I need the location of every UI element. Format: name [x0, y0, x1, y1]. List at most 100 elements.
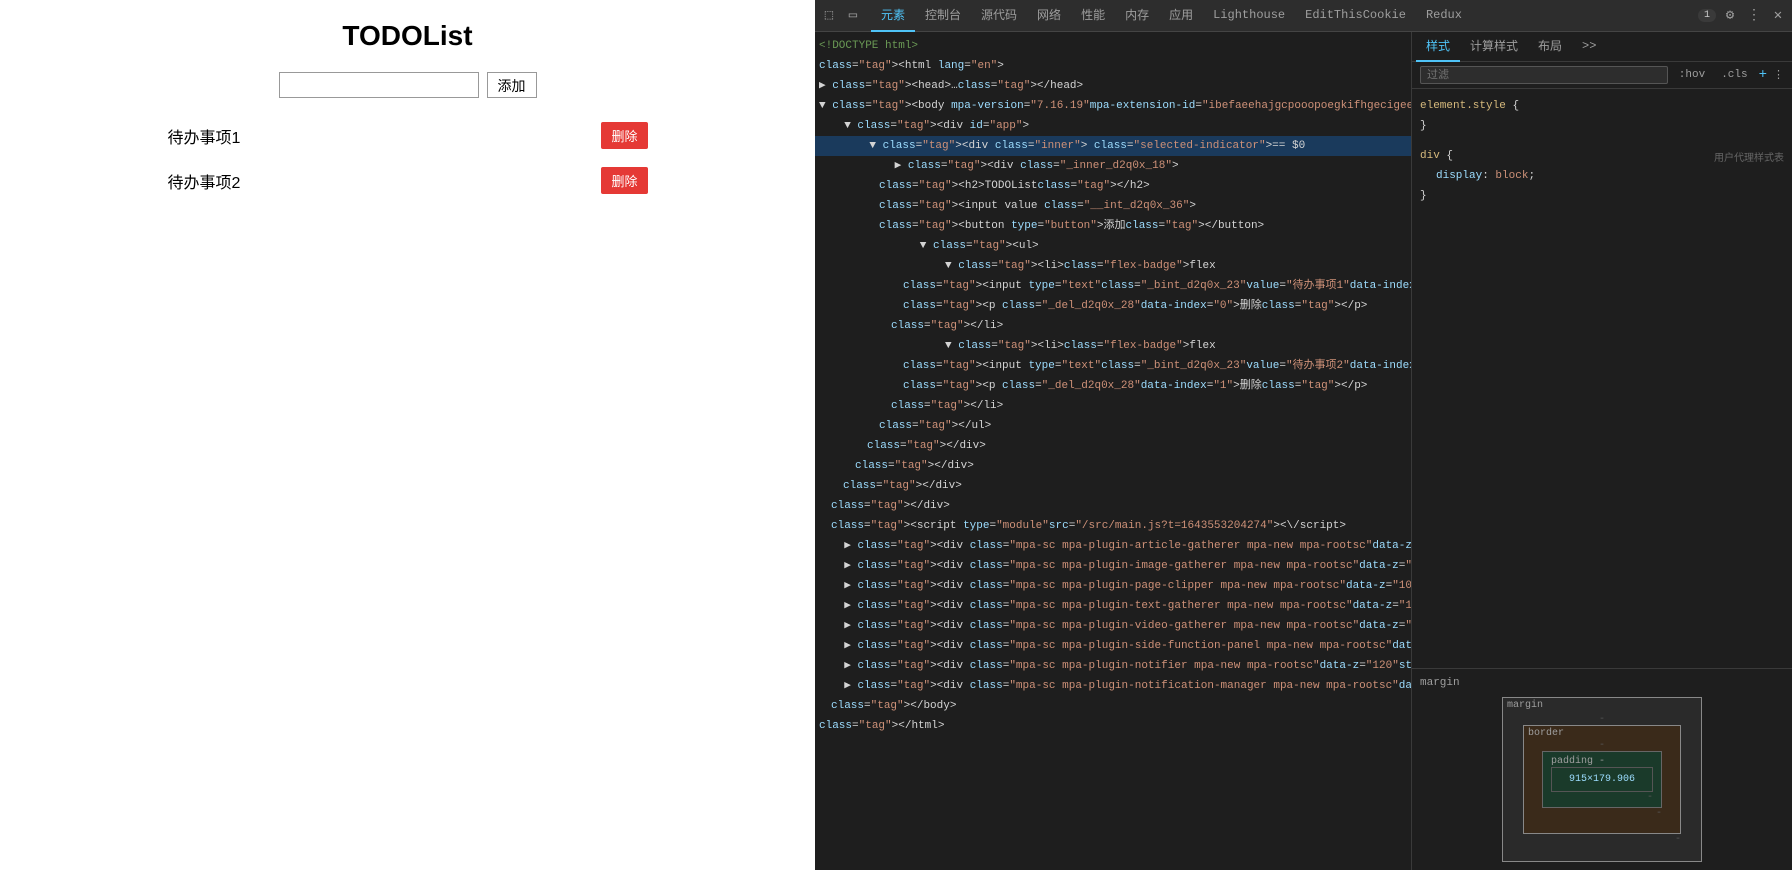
tree-line[interactable]: ▼ class="tag"><li>class="flex-badge">fle…	[815, 336, 1411, 356]
tree-line[interactable]: ▶ class="tag"><div class="mpa-sc mpa-plu…	[815, 536, 1411, 556]
tree-line[interactable]: ▶ class="tag"><div class="mpa-sc mpa-plu…	[815, 656, 1411, 676]
devtools-tab-lighthouse[interactable]: Lighthouse	[1203, 0, 1295, 32]
devtools-tab-应用[interactable]: 应用	[1159, 0, 1203, 32]
box-padding: padding - 915×179.906 -	[1542, 751, 1662, 808]
tree-line[interactable]: ▶ class="tag"><div class="mpa-sc mpa-plu…	[815, 556, 1411, 576]
devtools-tab-editthiscookie[interactable]: EditThisCookie	[1295, 0, 1416, 32]
device-icon[interactable]: ▭	[843, 6, 863, 26]
tree-line[interactable]: class="tag"></div>	[815, 476, 1411, 496]
hov-button[interactable]: :hov	[1674, 67, 1710, 83]
devtools-tab-控制台[interactable]: 控制台	[915, 0, 971, 32]
devtools-content: <!DOCTYPE html>class="tag"><html lang="e…	[815, 32, 1792, 870]
tree-line[interactable]: class="tag"><script type="module" src="/…	[815, 516, 1411, 536]
tree-line[interactable]: class="tag"><button type="button">添加clas…	[815, 216, 1411, 236]
delete-button[interactable]: 删除	[601, 167, 647, 194]
box-size: 915×179.906	[1569, 774, 1635, 785]
tree-line[interactable]: ▶ class="tag"><div class="_inner_d2q0x_1…	[815, 156, 1411, 176]
tree-line[interactable]: class="tag"><input value class="__int_d2…	[815, 196, 1411, 216]
devtools-tab-redux[interactable]: Redux	[1416, 0, 1472, 32]
todo-input[interactable]	[279, 72, 479, 98]
tree-line[interactable]: ▶ class="tag"><div class="mpa-sc mpa-plu…	[815, 596, 1411, 616]
margin-label: margin	[1507, 700, 1543, 711]
settings-icon[interactable]: ⚙	[1720, 6, 1740, 26]
style-tab-布局[interactable]: 布局	[1528, 32, 1572, 62]
div-rule-section: div { 用户代理样式表 display: block; }	[1420, 147, 1784, 205]
tree-line[interactable]: class="tag"></li>	[815, 396, 1411, 416]
box-model-section: margin margin - border -	[1412, 668, 1792, 870]
todo-item: 删除	[168, 167, 648, 194]
tree-line[interactable]: <!DOCTYPE html>	[815, 36, 1411, 56]
close-icon[interactable]: ✕	[1768, 6, 1788, 26]
inspect-icon[interactable]: ⬚	[819, 6, 839, 26]
style-tab-样式[interactable]: 样式	[1416, 32, 1460, 62]
padding-dash-bottom: -	[1551, 792, 1653, 803]
tree-line[interactable]: class="tag"></html>	[815, 716, 1411, 736]
devtools-toolbar: ⬚ ▭ 元素控制台源代码网络性能内存应用LighthouseEditThisCo…	[815, 0, 1792, 32]
devtools-tab-源代码[interactable]: 源代码	[971, 0, 1027, 32]
tree-line[interactable]: class="tag"><html lang="en">	[815, 56, 1411, 76]
todo-item: 删除	[168, 122, 648, 149]
element-style-section: element.style { }	[1420, 97, 1784, 135]
tree-line[interactable]: ▶ class="tag"><div class="mpa-sc mpa-plu…	[815, 616, 1411, 636]
tree-line[interactable]: ▼ class="tag"><li>class="flex-badge">fle…	[815, 256, 1411, 276]
todo-text-input[interactable]	[168, 172, 468, 190]
devtools-tab-元素[interactable]: 元素	[871, 0, 915, 32]
style-tab-计算样式[interactable]: 计算样式	[1460, 32, 1528, 62]
todo-text-input[interactable]	[168, 127, 468, 145]
tree-line[interactable]: ▶ class="tag"><div class="mpa-sc mpa-plu…	[815, 636, 1411, 656]
tree-line[interactable]: ▶ class="tag"><head>…class="tag"></head>	[815, 76, 1411, 96]
tree-line[interactable]: class="tag"><input type="text" class="_b…	[815, 276, 1411, 296]
filter-bar: :hov .cls + ⋮	[1412, 62, 1792, 89]
cls-button[interactable]: .cls	[1716, 67, 1752, 83]
box-border: border - padding - 915×179.906 -	[1523, 725, 1681, 834]
more-options-button[interactable]: ⋮	[1773, 68, 1784, 82]
tree-line[interactable]: class="tag"><h2>TODOListclass="tag"></h2…	[815, 176, 1411, 196]
tree-line[interactable]: class="tag"></div>	[815, 436, 1411, 456]
html-tree-panel[interactable]: <!DOCTYPE html>class="tag"><html lang="e…	[815, 32, 1412, 870]
error-badge: 1	[1698, 9, 1716, 22]
more-icon[interactable]: ⋮	[1744, 6, 1764, 26]
toolbar-icons: ⬚ ▭	[819, 6, 863, 26]
devtools-tab-网络[interactable]: 网络	[1027, 0, 1071, 32]
display-rule: display: block;	[1420, 167, 1784, 185]
box-model-visual: margin - border - padding -	[1420, 697, 1784, 862]
todo-app-panel: TODOList 添加 删除 删除	[0, 0, 815, 870]
tree-line[interactable]: class="tag"><p class="_del_d2q0x_28" dat…	[815, 376, 1411, 396]
tree-line[interactable]: ▶ class="tag"><div class="mpa-sc mpa-plu…	[815, 676, 1411, 696]
padding-label: padding -	[1551, 756, 1605, 767]
tree-line[interactable]: class="tag"><p class="_del_d2q0x_28" dat…	[815, 296, 1411, 316]
margin-dash-bottom: -	[1523, 834, 1681, 845]
devtools-tab-内存[interactable]: 内存	[1115, 0, 1159, 32]
app-title: TODOList	[342, 20, 472, 52]
tree-line[interactable]: ▼ class="tag"><div id="app">	[815, 116, 1411, 136]
element-style-header: element.style {	[1420, 97, 1784, 115]
tree-line[interactable]: class="tag"></div>	[815, 456, 1411, 476]
div-rule-header: div { 用户代理样式表	[1420, 147, 1784, 167]
tree-line[interactable]: class="tag"></ul>	[815, 416, 1411, 436]
add-rule-button[interactable]: +	[1759, 67, 1767, 83]
tree-line[interactable]: ▼ class="tag"><div class="inner"> class=…	[815, 136, 1411, 156]
devtools-panel: ⬚ ▭ 元素控制台源代码网络性能内存应用LighthouseEditThisCo…	[815, 0, 1792, 870]
tree-line[interactable]: class="tag"></div>	[815, 496, 1411, 516]
box-model-title: margin	[1420, 677, 1784, 689]
style-content: element.style { } div { 用户代理样式表 display:…	[1412, 89, 1792, 668]
devtools-tab-性能[interactable]: 性能	[1071, 0, 1115, 32]
element-style-close: }	[1420, 117, 1784, 135]
tree-line[interactable]: ▼ class="tag"><ul>	[815, 236, 1411, 256]
style-tab->>[interactable]: >>	[1572, 32, 1606, 62]
tree-line[interactable]: class="tag"></li>	[815, 316, 1411, 336]
add-button[interactable]: 添加	[487, 72, 537, 98]
styles-panel: 样式计算样式布局>> :hov .cls + ⋮ element.style {…	[1412, 32, 1792, 870]
margin-dash: -	[1599, 714, 1605, 725]
div-rule-close: }	[1420, 187, 1784, 205]
box-dimensions: 915×179.906	[1551, 767, 1653, 792]
border-dash: -	[1599, 740, 1605, 751]
tree-line[interactable]: class="tag"><input type="text" class="_b…	[815, 356, 1411, 376]
tree-line[interactable]: class="tag"></body>	[815, 696, 1411, 716]
tree-line[interactable]: ▼ class="tag"><body mpa-version="7.16.19…	[815, 96, 1411, 116]
filter-input[interactable]	[1420, 66, 1668, 84]
border-dash-bottom: -	[1542, 808, 1662, 819]
tree-line[interactable]: ▶ class="tag"><div class="mpa-sc mpa-plu…	[815, 576, 1411, 596]
delete-button[interactable]: 删除	[601, 122, 647, 149]
style-tabs: 样式计算样式布局>>	[1412, 32, 1792, 62]
